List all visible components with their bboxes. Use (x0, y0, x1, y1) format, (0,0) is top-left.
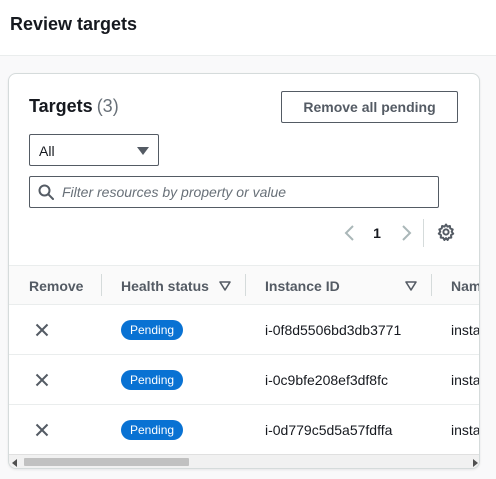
targets-table: Remove Health status Instance ID Nam Pen… (9, 265, 480, 455)
close-icon[interactable] (35, 323, 49, 337)
instance-id-cell: i-0d779c5d5a57fdffa (265, 422, 393, 438)
targets-panel: Targets(3) Remove all pending All 1 Remo… (8, 73, 480, 469)
table-header: Remove Health status Instance ID Nam (9, 265, 479, 305)
scroll-right-arrow-icon[interactable] (473, 459, 478, 467)
column-header-remove: Remove (29, 278, 84, 294)
gear-icon[interactable] (437, 223, 455, 241)
sort-down-icon[interactable] (405, 280, 417, 292)
page-title: Review targets (10, 14, 138, 34)
horizontal-scrollbar[interactable] (9, 454, 479, 468)
pagination-current-page[interactable]: 1 (369, 224, 385, 242)
column-header-name[interactable]: Nam (451, 278, 479, 294)
sort-down-icon[interactable] (219, 280, 231, 292)
status-badge: Pending (121, 420, 184, 440)
page-header: Review targets (0, 0, 496, 56)
status-badge: Pending (121, 370, 184, 390)
scrollbar-thumb[interactable] (24, 458, 189, 466)
targets-count: (3) (96, 96, 119, 116)
column-header-instance-id[interactable]: Instance ID (265, 278, 340, 294)
chevron-left-icon[interactable] (343, 224, 357, 242)
column-divider[interactable] (431, 274, 432, 296)
table-row: Pending i-0c9bfe208ef3df8fc insta (9, 355, 480, 405)
close-icon[interactable] (35, 373, 49, 387)
remove-all-pending-button[interactable]: Remove all pending (281, 91, 458, 123)
pagination-divider (423, 219, 424, 247)
table-row: Pending i-0f8d5506bd3db3771 insta (9, 305, 480, 355)
chevron-right-icon[interactable] (399, 224, 413, 242)
scroll-left-arrow-icon[interactable] (12, 459, 17, 467)
name-cell: insta (451, 422, 480, 438)
instance-id-cell: i-0c9bfe208ef3df8fc (265, 372, 388, 388)
targets-title: Targets (3) (29, 96, 119, 117)
name-cell: insta (451, 322, 480, 338)
column-header-health-status[interactable]: Health status (121, 278, 209, 294)
instance-id-cell: i-0f8d5506bd3db3771 (265, 322, 402, 338)
name-cell: insta (451, 372, 480, 388)
search-input[interactable] (62, 179, 432, 205)
filter-select[interactable]: All (29, 134, 159, 166)
column-divider[interactable] (101, 274, 102, 296)
close-icon[interactable] (35, 423, 49, 437)
search-box[interactable] (29, 176, 439, 208)
column-divider[interactable] (245, 274, 246, 296)
status-badge: Pending (121, 320, 184, 340)
caret-down-icon (137, 147, 149, 155)
search-icon (38, 184, 54, 200)
targets-title-text: Targets (29, 96, 93, 116)
table-row: Pending i-0d779c5d5a57fdffa insta (9, 405, 480, 455)
filter-select-value: All (39, 143, 55, 159)
